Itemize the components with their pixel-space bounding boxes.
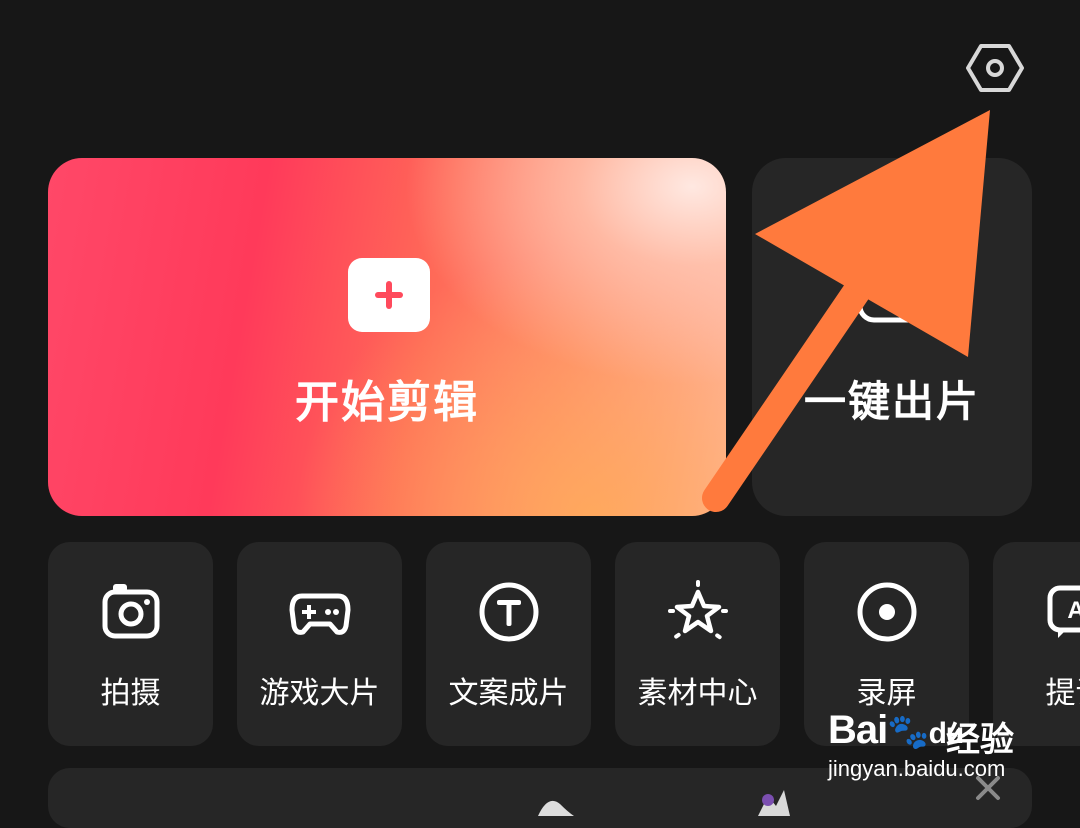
lightning-icon	[856, 254, 930, 328]
tool-label: 素材中心	[615, 668, 780, 712]
tool-script-to-video[interactable]: 文案成片	[426, 542, 591, 746]
start-editing-label: 开始剪辑	[48, 366, 726, 430]
text-t-icon	[477, 580, 541, 644]
tool-shoot[interactable]: 拍摄	[48, 542, 213, 746]
baidu-jingyan-watermark: Bai🐾du 经验 jingyan.baidu.com	[828, 690, 1028, 790]
hexagon-settings-icon	[965, 42, 1025, 94]
watermark-url: jingyan.baidu.com	[828, 756, 1005, 782]
watermark-brand-cn: 经验	[946, 712, 1014, 761]
tool-asset-center[interactable]: 素材中心	[615, 542, 780, 746]
banner-illustration-icon	[528, 786, 808, 816]
plus-icon	[372, 278, 406, 312]
tool-label: 游戏大片	[237, 668, 402, 712]
hero-plus-badge	[348, 258, 430, 332]
teleprompter-icon: A	[1044, 580, 1080, 644]
settings-button[interactable]	[962, 40, 1028, 96]
watermark-brand: Bai🐾du	[828, 708, 963, 753]
record-icon	[855, 580, 919, 644]
tool-label: 文案成片	[426, 668, 591, 712]
one-click-video-label: 一键出片	[752, 368, 1032, 429]
tool-label: 拍摄	[48, 668, 213, 712]
svg-text:A: A	[1067, 597, 1080, 624]
paw-icon: 🐾	[887, 713, 928, 751]
camera-icon	[99, 580, 163, 644]
one-click-video-card[interactable]: 一键出片	[752, 158, 1032, 516]
sparkle-star-icon	[666, 580, 730, 644]
tool-game-video[interactable]: 游戏大片	[237, 542, 402, 746]
gamepad-icon	[288, 580, 352, 644]
start-editing-card[interactable]: 开始剪辑	[48, 158, 726, 516]
